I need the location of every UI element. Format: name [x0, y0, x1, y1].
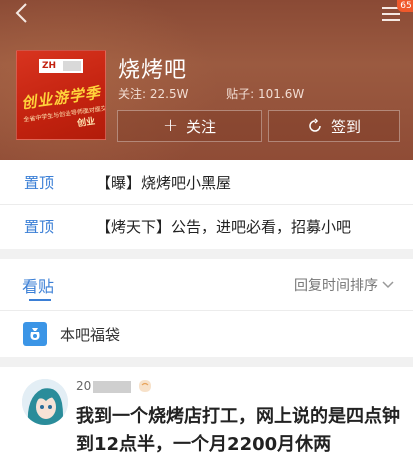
pinned-post[interactable]: 置顶 【烤天下】公告，进吧必看，招募小吧	[0, 204, 413, 248]
follow-button[interactable]: + 关注	[117, 110, 262, 142]
forum-avatar[interactable]: ZH 创业游学季 全省中学生与创业导师面对面交流 创业	[16, 50, 106, 140]
posts-label: 贴子:	[226, 87, 255, 101]
back-icon[interactable]	[12, 2, 34, 24]
posts-count: 101.6W	[258, 87, 305, 101]
post-content: 我到一个烧烤店打工，网上说的是四点钟到12点半，一个月2200月休两	[76, 406, 400, 455]
followers-count: 22.5W	[149, 87, 189, 101]
forum-page: 65 ZH 创业游学季 全省中学生与创业导师面对面交流 创业 烧烤吧 关注: 2…	[0, 0, 413, 467]
post-author-row: 20	[76, 379, 153, 393]
forum-header: 65 ZH 创业游学季 全省中学生与创业导师面对面交流 创业 烧烤吧 关注: 2…	[0, 0, 413, 160]
avatar-slogan-sub: 创业	[76, 116, 96, 130]
signin-button[interactable]: 签到	[268, 110, 400, 142]
pinned-tag: 置顶	[24, 218, 55, 236]
signin-label: 签到	[330, 117, 361, 136]
pinned-title: 【烤天下】公告，进吧必看，招募小吧	[96, 218, 352, 236]
plus-icon: +	[162, 115, 179, 136]
section-divider	[0, 357, 413, 367]
avatar-logo: ZH	[39, 59, 83, 73]
forum-stats: 关注: 22.5W 贴子: 101.6W	[118, 85, 304, 102]
tab-bar: 看贴 回复时间排序	[0, 259, 413, 311]
forum-title: 烧烤吧	[118, 58, 188, 83]
tab-active-indicator	[29, 299, 51, 301]
lucky-bag-label: 本吧福袋	[60, 325, 121, 344]
username[interactable]: 20	[76, 379, 132, 393]
followers-label: 关注:	[118, 87, 147, 101]
signin-icon	[309, 118, 321, 132]
user-avatar[interactable]	[22, 379, 68, 425]
lucky-bag-row[interactable]: 本吧福袋	[0, 311, 413, 357]
lucky-bag-icon	[23, 322, 47, 346]
follow-label: 关注	[186, 117, 217, 136]
tab-view-posts[interactable]: 看贴	[22, 273, 54, 297]
sort-label: 回复时间排序	[294, 278, 378, 294]
post-item[interactable]: 20 我到一个烧烤店打工，网上说的是四点钟到12点半，一个月2200月休两	[0, 367, 413, 467]
section-divider	[0, 249, 413, 259]
pinned-tag: 置顶	[24, 173, 55, 192]
pinned-title: 【曝】烧烤吧小黑屋	[96, 173, 232, 192]
notification-badge: 65	[397, 0, 413, 12]
user-level-icon	[139, 380, 152, 392]
sort-dropdown[interactable]: 回复时间排序	[294, 275, 394, 295]
chevron-down-icon	[382, 281, 394, 289]
pinned-post[interactable]: 置顶 【曝】烧烤吧小黑屋	[0, 160, 413, 204]
